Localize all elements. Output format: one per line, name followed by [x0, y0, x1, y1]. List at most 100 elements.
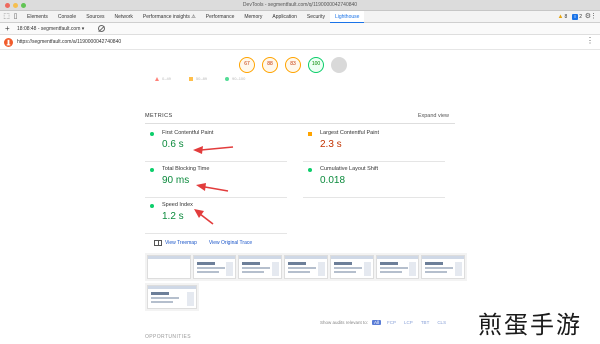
metric-label: Largest Contentful Paint: [320, 130, 380, 136]
filter-chip-lcp[interactable]: LCP: [402, 320, 415, 325]
filmstrip-frame: [329, 255, 374, 279]
metrics-header: METRICS Expand view: [145, 110, 455, 124]
metric-value: 0.018: [320, 175, 346, 186]
report-links: View Treemap View Original Trace: [154, 240, 252, 246]
tab-sources[interactable]: Sources: [81, 11, 109, 23]
divider: [145, 233, 287, 234]
tab-memory[interactable]: Memory: [239, 11, 267, 23]
report-url[interactable]: https://segmentfault.com/a/1190000042740…: [17, 35, 121, 50]
legend-item-pass: 90–100: [225, 76, 245, 81]
filmstrip-frame: [284, 255, 328, 279]
audit-filter-label: Show audits relevant to:: [320, 320, 369, 325]
issues-badge[interactable]: ≡ 2: [572, 13, 582, 21]
score-gauge[interactable]: 100: [308, 57, 324, 73]
new-report-icon[interactable]: +: [5, 24, 10, 33]
pass-circle-icon: [150, 204, 154, 208]
divider: [145, 197, 287, 198]
devtools-tabbar: ⬚ ▯ Elements Console Sources Network Perform…: [0, 11, 600, 23]
clear-reports-icon[interactable]: [98, 25, 105, 32]
metrics-section: METRICS Expand view First Contentful Pai…: [145, 110, 455, 234]
divider: [303, 161, 445, 162]
tab-lighthouse[interactable]: Lighthouse: [329, 11, 365, 23]
metric-cumulative-layout-shift: Cumulative Layout Shift 0.018: [303, 164, 453, 198]
legend-item-fail: 0–49: [155, 76, 171, 81]
pass-circle-icon: [150, 132, 154, 136]
opportunities-title: OPPORTUNITIES: [145, 334, 191, 340]
filter-chip-fcp[interactable]: FCP: [385, 320, 398, 325]
warnings-badge[interactable]: ▲ 8: [557, 13, 567, 21]
divider: [303, 197, 445, 198]
report-url-bar: https://segmentfault.com/a/1190000042740…: [0, 35, 600, 50]
window-title: DevTools - segmentfault.com/q/1190000042…: [242, 2, 358, 8]
expand-view-toggle[interactable]: Expand view: [418, 113, 449, 119]
tab-performance-insights[interactable]: Performance insights ⚠: [138, 11, 201, 23]
filmstrip-frame: [421, 255, 466, 279]
metric-value: 0.6 s: [162, 139, 184, 150]
filter-chip-all[interactable]: All: [372, 320, 382, 325]
status-badges[interactable]: ▲ 8 ≡ 2: [557, 13, 582, 21]
divider: [145, 161, 287, 162]
metric-value: 2.3 s: [320, 139, 342, 150]
tab-console[interactable]: Console: [53, 11, 81, 23]
score-legend: 0–49 50–89 90–100: [155, 76, 245, 81]
report-menu-icon[interactable]: ⋮: [586, 36, 594, 45]
lighthouse-toolbar: + 18:08:48 - segmentfault.com ▾: [0, 23, 600, 35]
metric-total-blocking-time: Total Blocking Time 90 ms: [145, 164, 295, 198]
legend-label: 90–100: [232, 76, 246, 81]
metric-speed-index: Speed Index 1.2 s: [145, 200, 295, 234]
legend-label: 0–49: [162, 76, 171, 81]
watermark-text: 煎蛋手游: [478, 310, 582, 339]
filmstrip-frame: [147, 285, 197, 309]
issues-icon: ≡: [572, 14, 579, 20]
pass-circle-icon: [308, 168, 312, 172]
filmstrip-frame: [192, 255, 237, 279]
inspect-element-icon[interactable]: ⬚: [2, 12, 11, 21]
report-select[interactable]: 18:08:48 - segmentfault.com ▾: [17, 23, 84, 35]
metric-first-contentful-paint: First Contentful Paint 0.6 s: [145, 128, 295, 162]
filmstrip-row-2: [145, 283, 199, 311]
view-trace-link[interactable]: View Original Trace: [209, 240, 252, 246]
average-square-icon: [188, 76, 193, 81]
legend-label: 50–89: [195, 76, 208, 81]
window-titlebar: DevTools - segmentfault.com/q/1190000042…: [0, 0, 600, 11]
link-label: View Original Trace: [208, 240, 253, 246]
filter-chip-tbt[interactable]: TBT: [419, 320, 432, 325]
metric-label: Total Blocking Time: [162, 166, 210, 172]
audit-filter: Show audits relevant to: All FCP LCP TBT…: [320, 320, 448, 325]
tab-elements[interactable]: Elements: [22, 11, 53, 23]
pwa-badge-icon[interactable]: [331, 57, 347, 73]
metric-label: First Contentful Paint: [162, 130, 214, 136]
score-gauge[interactable]: 67: [239, 57, 255, 73]
score-gauges: 67 88 83 100: [239, 57, 347, 73]
metrics-title: METRICS: [145, 113, 173, 119]
link-label: View Treemap: [165, 240, 197, 246]
filmstrip-frame: [238, 255, 283, 279]
average-square-icon: [308, 132, 312, 136]
score-gauge[interactable]: 83: [285, 57, 301, 73]
filmstrip-frame: [147, 255, 191, 279]
tab-security[interactable]: Security: [302, 11, 330, 23]
score-gauge[interactable]: 88: [262, 57, 278, 73]
filmstrip-frame: [375, 255, 420, 279]
warning-icon: ▲: [557, 14, 564, 20]
treemap-icon: [154, 240, 162, 246]
view-treemap-link[interactable]: View Treemap: [154, 240, 197, 246]
metric-label: Cumulative Layout Shift: [320, 166, 379, 172]
metric-largest-contentful-paint: Largest Contentful Paint 2.3 s: [303, 128, 453, 162]
pass-circle-icon: [225, 76, 230, 81]
filmstrip: [145, 253, 467, 281]
scores-header: 67 88 83 100: [0, 50, 600, 80]
issues-count: 2: [579, 14, 582, 20]
fail-triangle-icon: [155, 76, 159, 81]
device-toolbar-icon[interactable]: ▯: [11, 12, 20, 21]
legend-item-average: 50–89: [188, 76, 208, 81]
lighthouse-logo-icon: [4, 38, 13, 47]
warnings-count: 8: [564, 14, 568, 20]
tab-performance[interactable]: Performance: [201, 11, 240, 23]
tab-application[interactable]: Application: [267, 11, 301, 23]
more-options-icon[interactable]: ⋮: [590, 12, 597, 20]
devtools-tabs: Elements Console Sources Network Performance…: [22, 11, 365, 23]
tab-network[interactable]: Network: [110, 11, 138, 23]
filter-chip-cls[interactable]: CLS: [435, 320, 448, 325]
site-watermark: 煎蛋手游: [460, 300, 600, 344]
